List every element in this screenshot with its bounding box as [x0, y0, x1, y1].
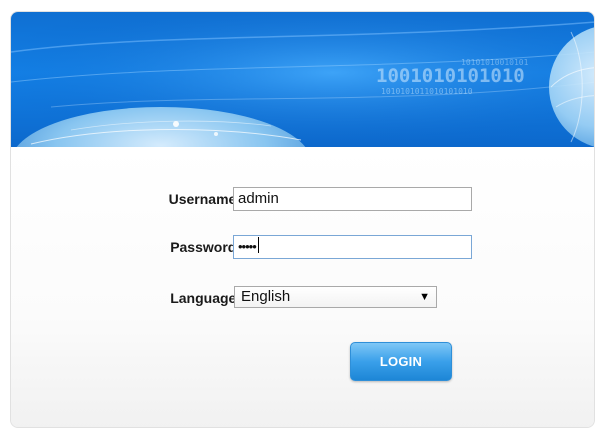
page: 1001010101010 1010101011010101010 101010… [0, 0, 595, 428]
username-row: Username: admin [11, 187, 594, 213]
login-card: 1001010101010 1010101011010101010 101010… [10, 11, 595, 428]
password-value: ••••• [238, 239, 257, 254]
password-label: Password: [170, 239, 241, 255]
header-banner: 1001010101010 1010101011010101010 101010… [11, 12, 594, 147]
username-label: Username: [168, 191, 241, 207]
password-input[interactable]: ••••• [233, 235, 472, 259]
chevron-down-icon: ▼ [419, 291, 430, 303]
username-input[interactable]: admin [233, 187, 472, 211]
text-caret [257, 237, 259, 253]
password-row: Password: ••••• [11, 235, 594, 261]
login-form: Username: admin Password: ••••• Language… [11, 147, 594, 427]
binary-text-small: 1010101011010101010 [381, 87, 473, 96]
language-label: Language: [170, 290, 241, 306]
language-select[interactable]: English ▼ [234, 286, 437, 308]
banner-art: 1001010101010 1010101011010101010 101010… [11, 12, 594, 147]
login-button[interactable]: LOGIN [350, 342, 452, 381]
language-selected-value: English [241, 288, 291, 305]
username-value: admin [238, 190, 279, 207]
language-row: Language: English ▼ [11, 286, 594, 312]
svg-text:10101010010101: 10101010010101 [461, 58, 529, 67]
binary-text: 1001010101010 [376, 65, 525, 87]
